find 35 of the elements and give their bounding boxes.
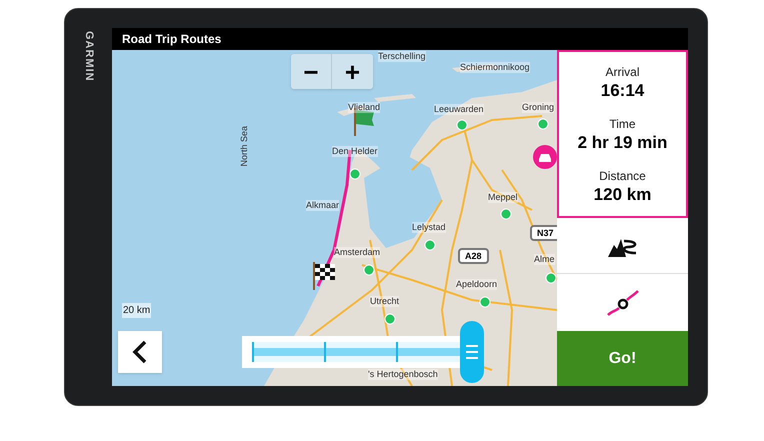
road-shield: A28	[458, 248, 489, 264]
info-value: 2 hr 19 min	[578, 133, 668, 153]
place-label: Leeuwarden	[434, 104, 484, 115]
place-label: Terschelling	[378, 51, 426, 62]
info-label: Time	[609, 116, 636, 133]
info-value: 120 km	[594, 185, 652, 205]
map-view[interactable]: Terschelling Schiermonnikoog Vlieland Leeuwarden Groning Den Helder North Sea Alkmaar Meppel Lelystad Amsterdam Alme Apeldoorn Utrecht 's Hertogenbosch A28 N37 − + 20 km	[112, 50, 557, 386]
scale-label: 20 km	[122, 303, 152, 318]
zoom-in-button[interactable]: +	[332, 54, 373, 89]
sea-label: North Sea	[238, 126, 250, 167]
route-point-icon	[606, 288, 640, 316]
place-label: Utrecht	[370, 296, 400, 307]
info-label: Distance	[599, 168, 646, 185]
window-title: Road Trip Routes	[122, 31, 222, 48]
road-shield: N37	[530, 225, 557, 241]
place-label: Alkmaar	[306, 200, 340, 211]
place-label: 's Hertogenbosch	[368, 369, 438, 380]
place-label: Schiermonnikoog	[460, 62, 530, 73]
place-label: Meppel	[488, 192, 518, 203]
place-label: Lelystad	[412, 222, 446, 233]
place-label: Vlieland	[348, 102, 380, 113]
brand-logo: GARMIN	[82, 31, 96, 82]
place-label: Apeldoorn	[456, 279, 498, 290]
info-value: 16:14	[600, 81, 644, 101]
place-label: Den Helder	[332, 146, 378, 157]
zoom-out-button[interactable]: −	[291, 54, 332, 89]
place-label: Groning	[522, 102, 554, 113]
route-slider-track[interactable]	[252, 342, 460, 362]
go-button[interactable]: Go!	[557, 331, 688, 386]
slider-thumb[interactable]	[460, 321, 484, 383]
back-button[interactable]	[118, 331, 162, 373]
place-label: Amsterdam	[334, 247, 380, 258]
info-label: Arrival	[605, 64, 640, 81]
place-label: Alme	[534, 254, 555, 265]
finish-flag-icon	[312, 262, 336, 290]
